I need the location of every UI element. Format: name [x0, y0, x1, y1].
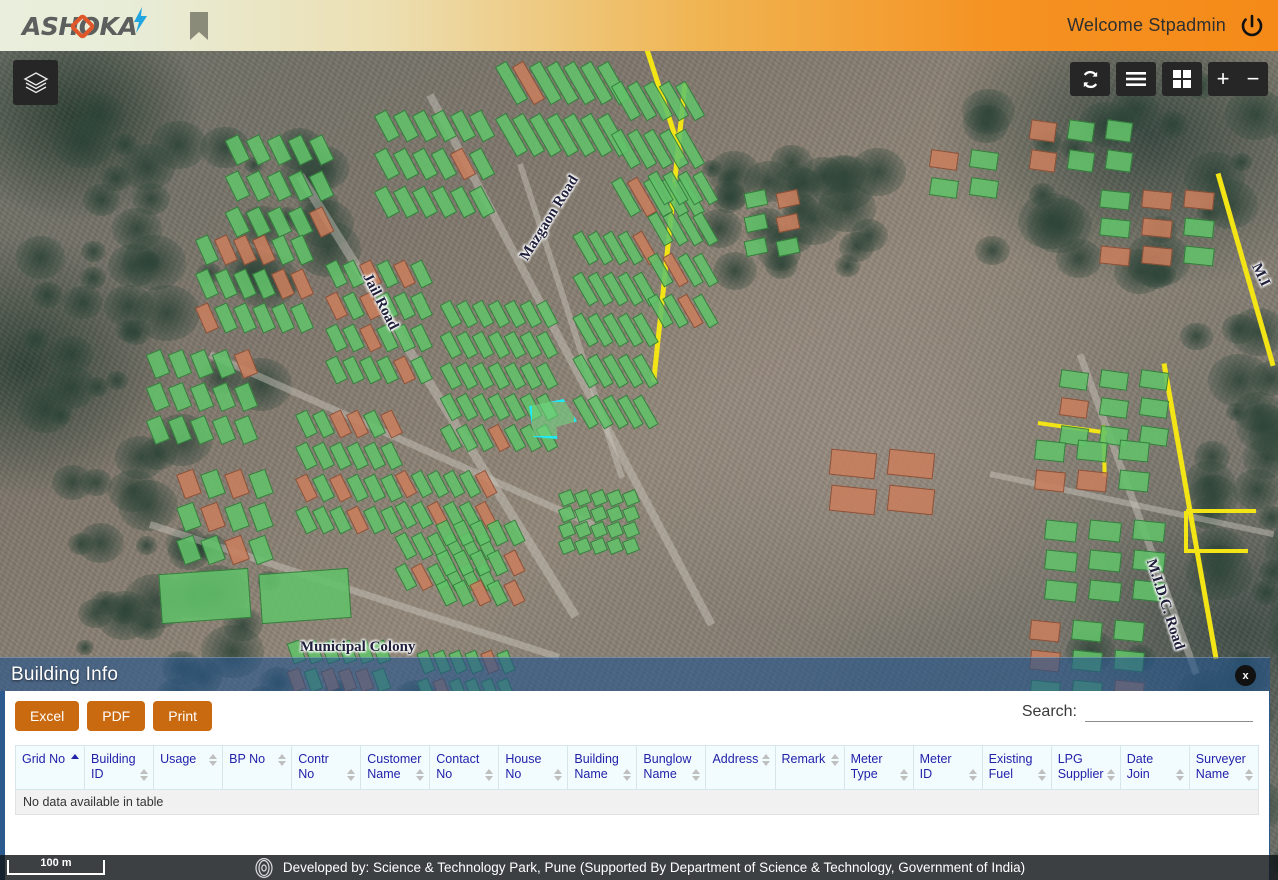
- ashoka-logo-bolt-icon: [134, 6, 147, 33]
- column-header-label: Grid No: [22, 752, 80, 767]
- user-area: Welcome Stpadmin: [1067, 14, 1264, 38]
- column-header-remark[interactable]: Remark: [774, 745, 845, 790]
- refresh-button[interactable]: [1070, 62, 1110, 96]
- column-header-label: Remark: [782, 752, 839, 767]
- column-header-contr-no[interactable]: Contr No: [291, 745, 362, 790]
- power-icon[interactable]: [1240, 14, 1264, 38]
- column-header-label: LPG Supplier: [1058, 752, 1115, 782]
- column-header-label: Contr No: [298, 752, 356, 782]
- table-header-row: Grid No Building ID Usage BP No Contr No Cust…: [14, 745, 1260, 790]
- column-header-label: Date Join: [1127, 752, 1184, 782]
- print-button[interactable]: Print: [153, 701, 213, 731]
- hamburger-icon: [1126, 72, 1146, 86]
- panel-header: Building Info x: [0, 657, 1270, 691]
- column-header-customer-name[interactable]: Customer Name: [360, 745, 431, 790]
- building-info-table: Grid No Building ID Usage BP No Contr No Cust…: [14, 745, 1260, 815]
- building-info-panel: Building Info x Excel PDF Print Search: …: [0, 657, 1270, 880]
- panel-title: Building Info: [11, 663, 119, 685]
- welcome-text: Welcome Stpadmin: [1067, 15, 1226, 35]
- column-header-usage[interactable]: Usage: [153, 745, 224, 790]
- column-header-label: BP No: [229, 752, 287, 767]
- search-input[interactable]: [1085, 701, 1253, 722]
- column-header-label: Building ID: [91, 752, 149, 782]
- column-header-label: Meter Type: [851, 752, 908, 782]
- panel-toolbar: Excel PDF Print Search:: [15, 701, 1259, 745]
- column-header-address[interactable]: Address: [705, 745, 776, 790]
- zoom-in-button[interactable]: +: [1208, 62, 1238, 96]
- column-header-meter-type[interactable]: Meter Type: [843, 745, 914, 790]
- column-header-label: Meter ID: [920, 752, 977, 782]
- layers-icon: [23, 71, 48, 93]
- column-header-label: House No: [505, 752, 563, 782]
- table-empty-row: No data available in table: [15, 789, 1259, 815]
- layers-button[interactable]: [13, 60, 58, 105]
- table-body: No data available in table: [15, 789, 1259, 815]
- footer-credit: Developed by: Science & Technology Park,…: [0, 857, 1278, 878]
- close-icon[interactable]: x: [1235, 665, 1256, 686]
- column-header-label: Existing Fuel: [989, 752, 1046, 782]
- column-header-grid-no[interactable]: Grid No: [14, 745, 86, 790]
- search-area: Search:: [1022, 701, 1259, 722]
- top-bar: ASHOKA Welcome Stpadmin: [0, 0, 1278, 51]
- empty-message: No data available in table: [15, 789, 1259, 815]
- panel-body: Excel PDF Print Search: Grid No Building …: [0, 691, 1270, 878]
- zoom-out-button[interactable]: −: [1238, 62, 1268, 96]
- column-header-building-name[interactable]: Building Name: [567, 745, 638, 790]
- column-header-label: Surveyer Name: [1196, 752, 1253, 782]
- ashoka-logo[interactable]: ASHOKA: [22, 6, 150, 43]
- search-label: Search:: [1021, 702, 1077, 720]
- column-header-label: Usage: [160, 752, 218, 767]
- column-header-meter-id[interactable]: Meter ID: [912, 745, 983, 790]
- column-header-house-no[interactable]: House No: [498, 745, 569, 790]
- column-header-label: Address: [712, 752, 770, 767]
- grid-icon: [1173, 70, 1191, 88]
- column-header-existing-fuel[interactable]: Existing Fuel: [981, 745, 1052, 790]
- grid-button[interactable]: [1162, 62, 1202, 96]
- map-label-municipal-colony: Municipal Colony: [300, 639, 416, 655]
- column-header-label: Bunglow Name: [643, 752, 701, 782]
- bookmark-icon[interactable]: [188, 11, 210, 41]
- column-header-surveyer-name[interactable]: Surveyer Name: [1188, 745, 1260, 790]
- excel-button[interactable]: Excel: [15, 701, 80, 731]
- pdf-button[interactable]: PDF: [87, 701, 146, 731]
- zoom-controls: + −: [1208, 62, 1268, 96]
- bottom-footer: 100 m Developed by: Science & Technology…: [0, 855, 1278, 880]
- map-controls: + −: [1070, 62, 1268, 96]
- column-header-bp-no[interactable]: BP No: [222, 745, 293, 790]
- column-header-lpg-supplier[interactable]: LPG Supplier: [1050, 745, 1121, 790]
- column-header-label: Customer Name: [367, 752, 425, 782]
- column-header-building-id[interactable]: Building ID: [84, 745, 155, 790]
- refresh-icon: [1083, 70, 1097, 88]
- column-header-label: Building Name: [574, 752, 632, 782]
- column-header-bunglow-name[interactable]: Bunglow Name: [636, 745, 707, 790]
- stp-radio-logo-icon: [255, 857, 273, 878]
- menu-button[interactable]: [1116, 62, 1156, 96]
- column-header-date-join[interactable]: Date Join: [1119, 745, 1190, 790]
- column-header-contact-no[interactable]: Contact No: [429, 745, 500, 790]
- application-root: ASHOKA Welcome Stpadmin Jail Road Mazgaon…: [0, 0, 1278, 880]
- column-header-label: Contact No: [436, 752, 494, 782]
- footer-text: Developed by: Science & Technology Park,…: [282, 860, 1026, 875]
